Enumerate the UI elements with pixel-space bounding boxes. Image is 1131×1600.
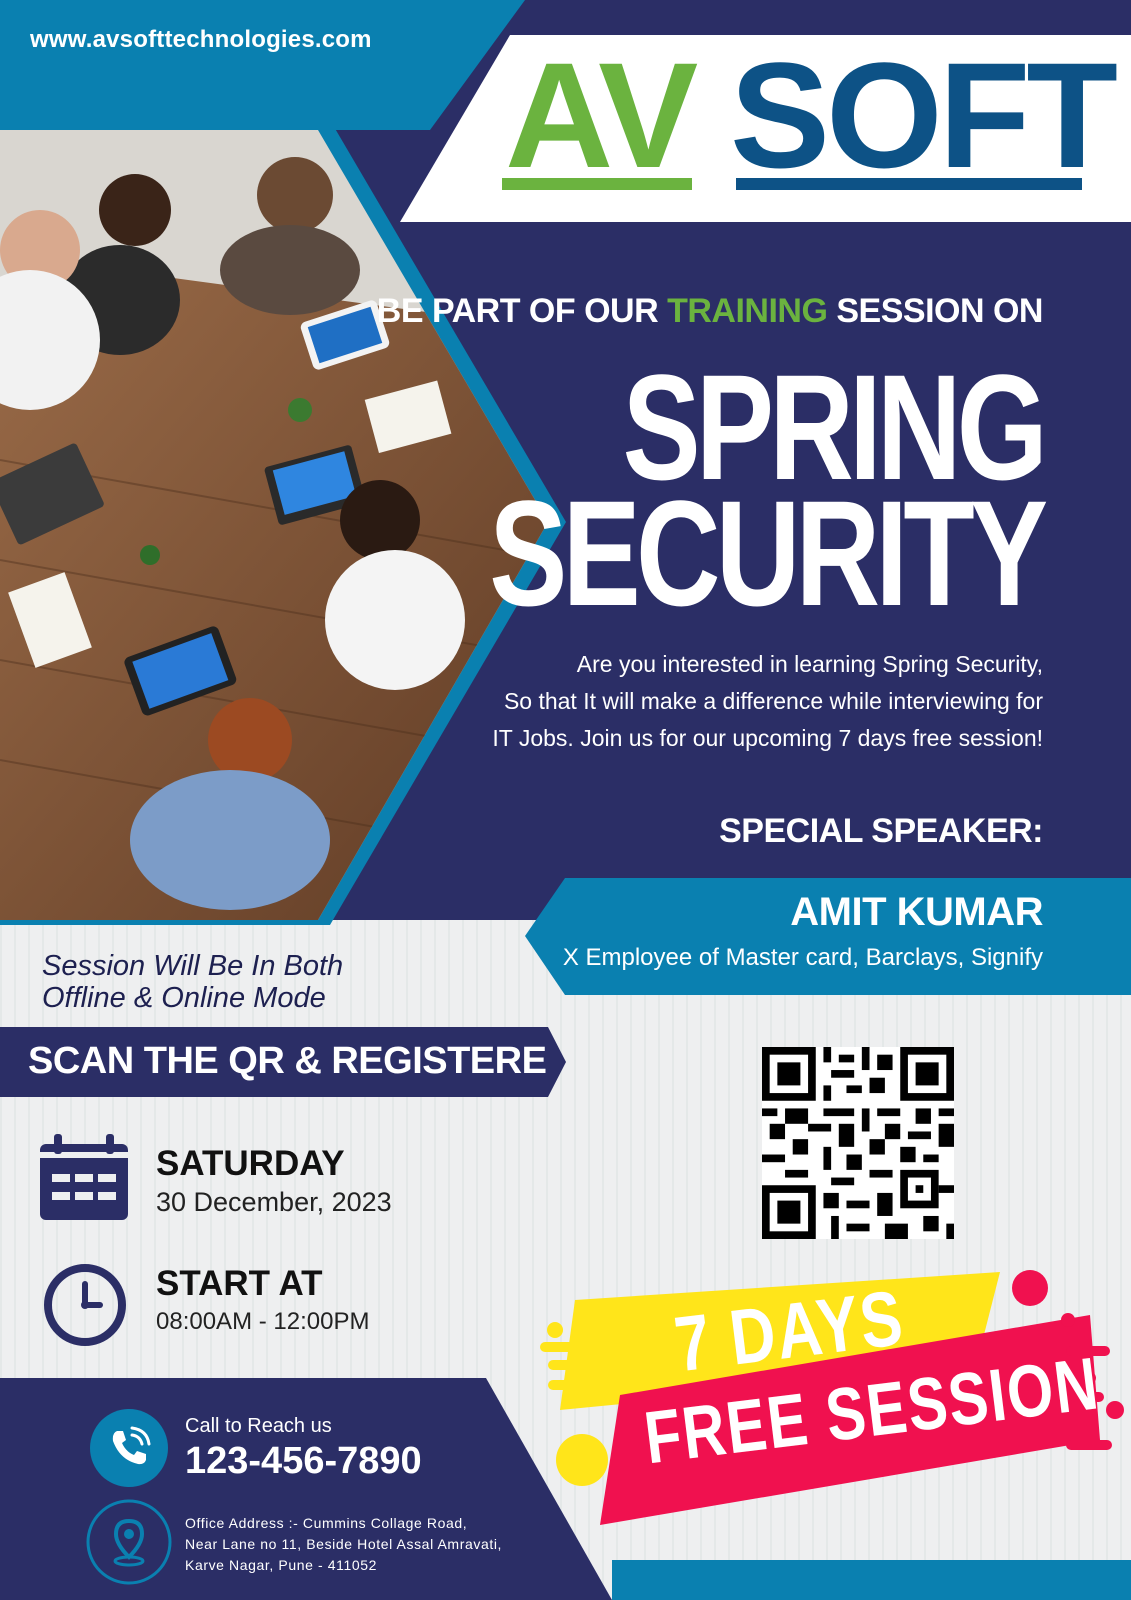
office-address: Office Address :- Cummins Collage Road, … (185, 1515, 503, 1573)
logo-av: AV (505, 31, 698, 199)
headline-highlight: TRAINING (667, 292, 828, 330)
flyer: www.avsofttechnologies.com AV SOFT BE PA… (0, 0, 1131, 1600)
register-label: SCAN THE QR & REGISTERE (28, 1040, 547, 1082)
phone-number[interactable]: 123-456-7890 (185, 1440, 422, 1483)
description: Are you interested in learning Spring Se… (492, 651, 1043, 751)
event-time: 08:00AM - 12:00PM (156, 1308, 370, 1335)
location-pin-icon (86, 1499, 172, 1585)
start-label: START AT (156, 1264, 323, 1303)
session-mode: Session Will Be In Both Offline & Online… (42, 950, 344, 1014)
phone-icon[interactable] (90, 1409, 168, 1487)
speaker-label: SPECIAL SPEAKER: (719, 812, 1043, 850)
event-date: 30 December, 2023 (156, 1187, 392, 1217)
speaker-name: AMIT KUMAR (790, 890, 1043, 934)
speaker-role: X Employee of Master card, Barclays, Sig… (562, 944, 1043, 971)
course-title-line2: SECURITY (488, 469, 1048, 637)
call-label: Call to Reach us (185, 1415, 332, 1437)
headline: BE PART OF OUR TRAINING SESSION ON (376, 292, 1044, 330)
team-meeting-photo (0, 130, 548, 920)
clock-icon (44, 1264, 126, 1346)
calendar-icon (40, 1134, 128, 1220)
logo-soft: SOFT (730, 31, 1118, 199)
qr-code[interactable] (762, 1047, 954, 1239)
day-title: SATURDAY (156, 1144, 345, 1183)
website-url[interactable]: www.avsofttechnologies.com (30, 26, 372, 54)
